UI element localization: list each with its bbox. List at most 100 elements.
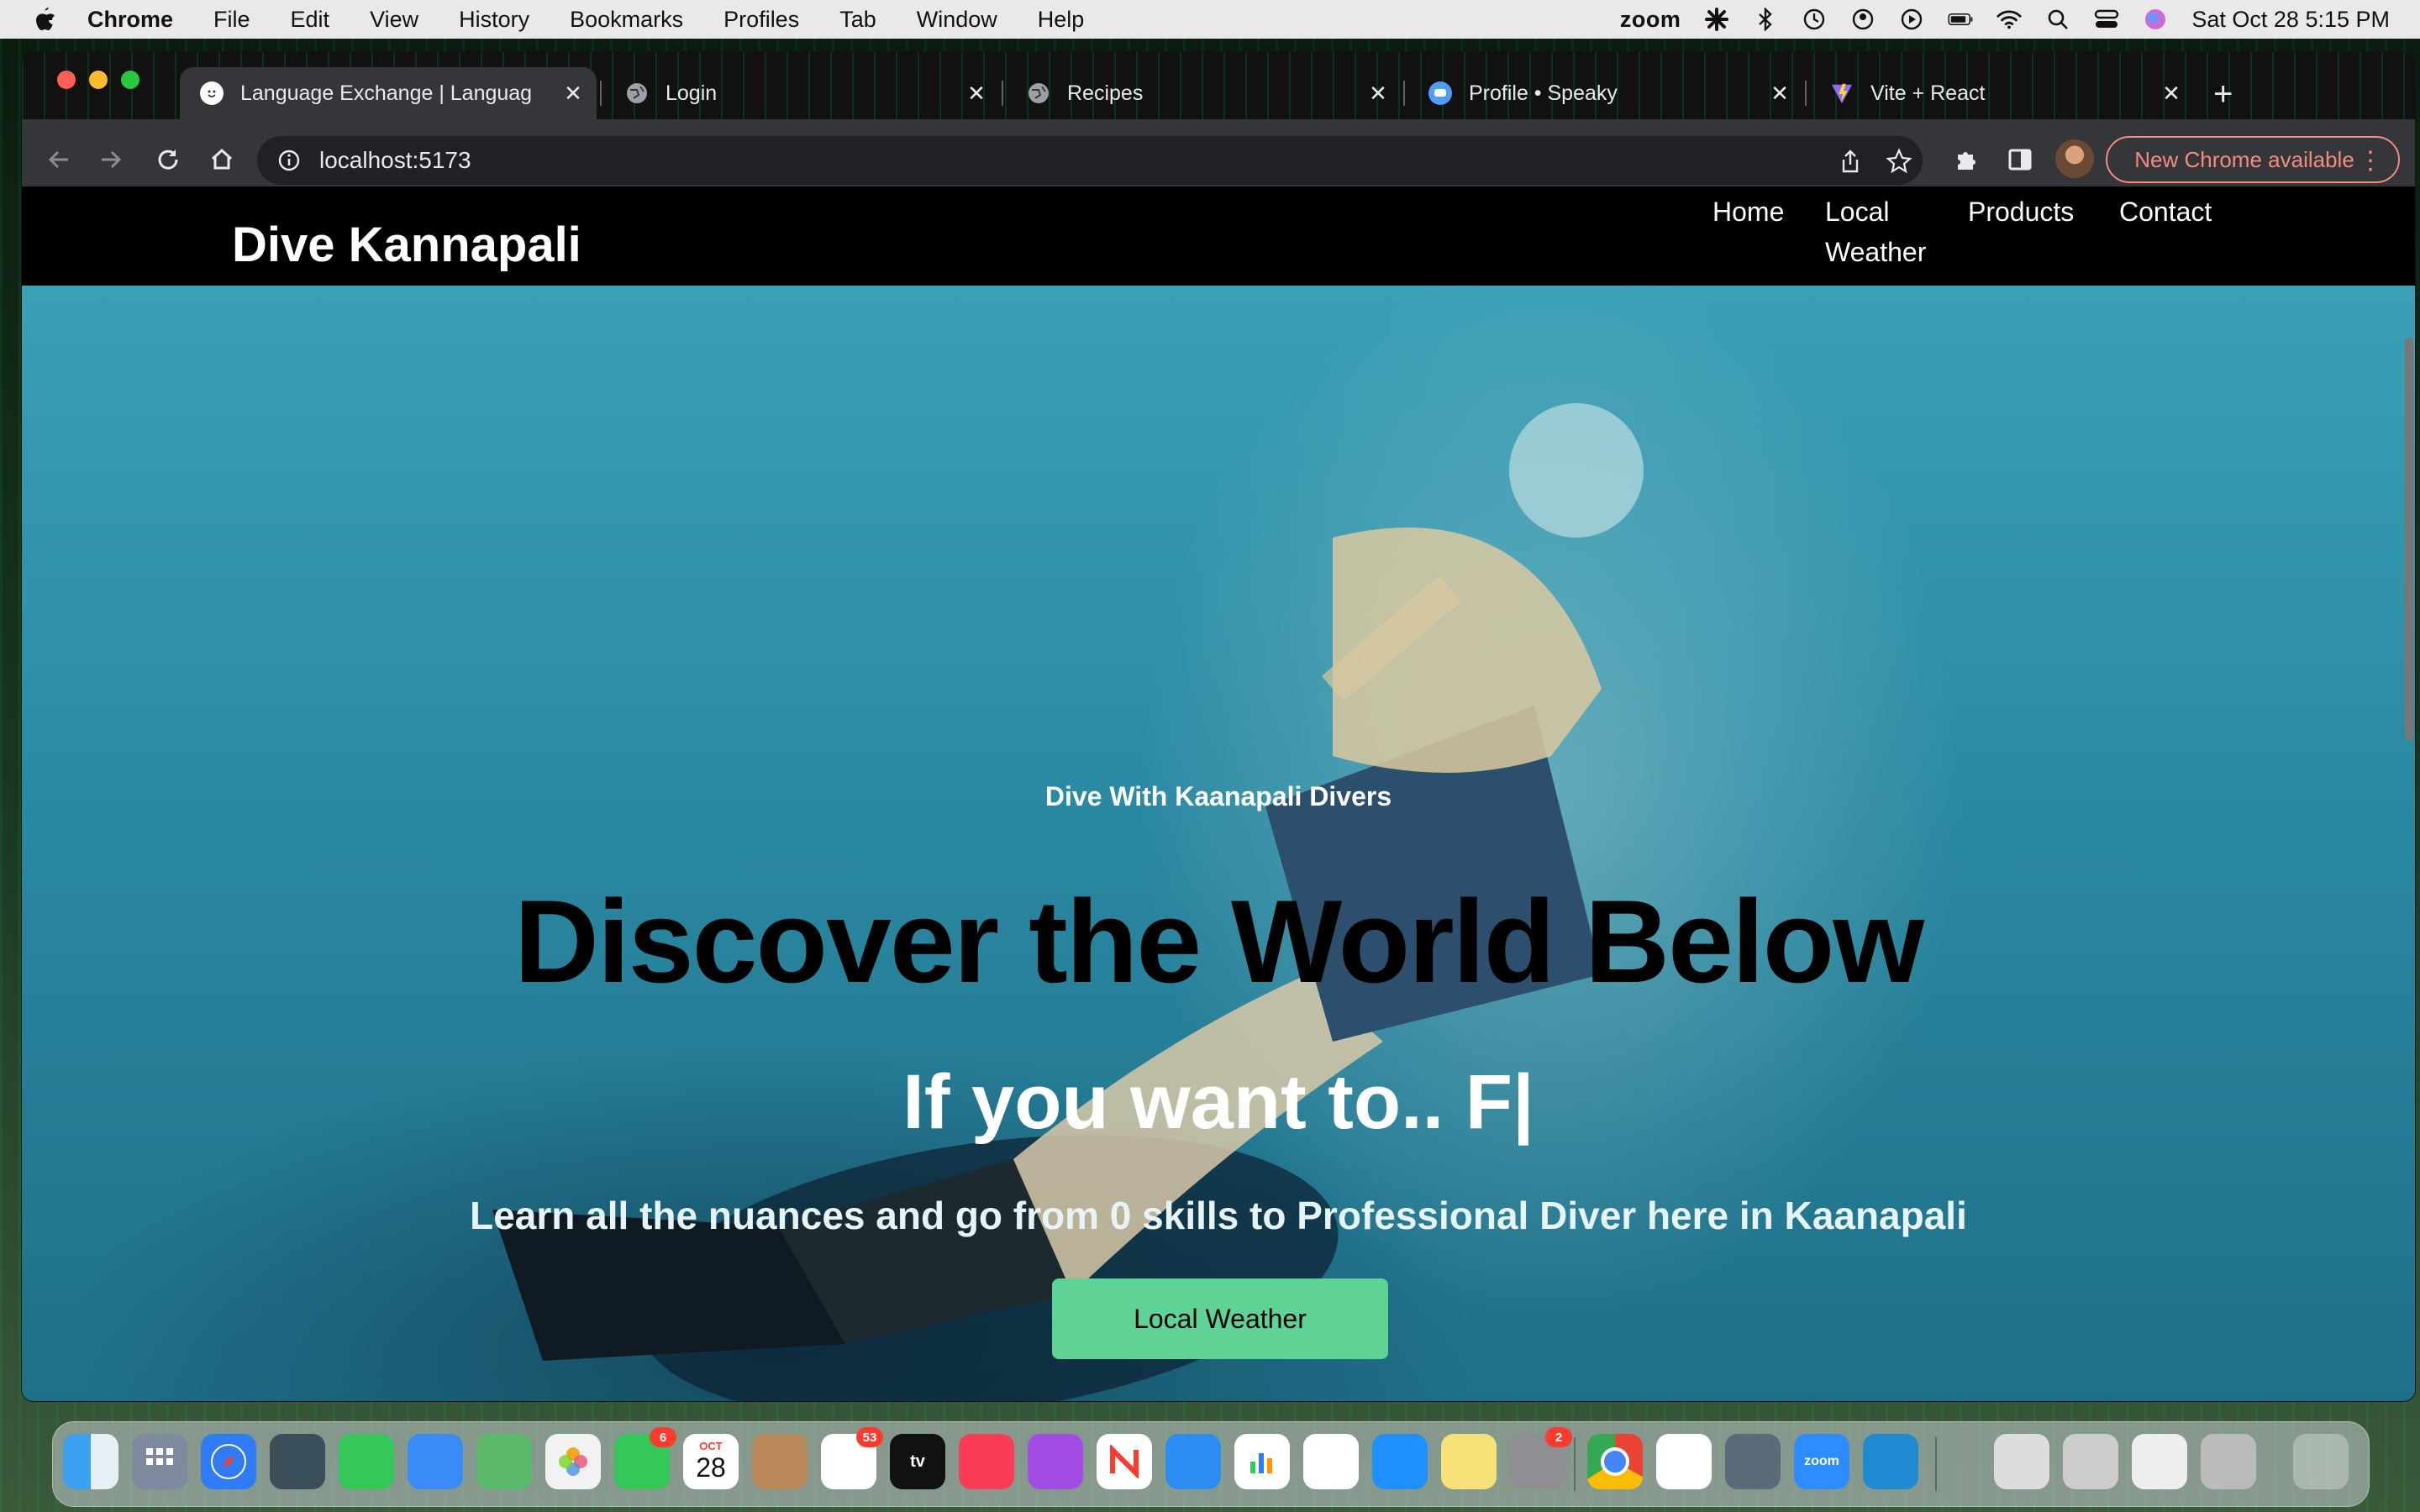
preview-icon[interactable] [1725,1434,1781,1489]
tab-title: Language Exchange | Languag [240,81,533,105]
zoom-app-icon[interactable]: zoom [1794,1434,1849,1489]
apple-tv-icon[interactable]: tv [890,1434,945,1489]
page-viewport: Dive With Kaanapali Divers Discover the … [22,186,2415,1401]
tab-vite-react[interactable]: Vite + React ✕ [1810,67,2195,119]
bluetooth-icon[interactable] [1753,7,1778,32]
play-circle-icon[interactable] [1899,7,1924,32]
recent-window-thumbnail[interactable] [2132,1434,2187,1489]
pages-icon[interactable] [1303,1434,1359,1489]
maps-icon[interactable] [476,1434,532,1489]
menu-app-name[interactable]: Chrome [87,7,173,33]
chrome-icon[interactable] [1587,1434,1643,1489]
contacts-icon[interactable] [752,1434,808,1489]
numbers-icon[interactable] [1234,1434,1290,1489]
podcasts-icon[interactable] [1028,1434,1083,1489]
profile-avatar[interactable] [2055,139,2094,178]
chrome-window: Language Exchange | Languag ✕ Login ✕ Re… [22,52,2415,1401]
close-tab-icon[interactable]: ✕ [1366,81,1390,106]
app-store-icon[interactable] [1372,1434,1428,1489]
mail-icon[interactable] [408,1434,463,1489]
reload-icon[interactable] [150,141,187,178]
close-tab-icon[interactable]: ✕ [2160,81,2183,106]
messages-icon[interactable] [339,1434,394,1489]
music-icon[interactable] [959,1434,1014,1489]
hero-section: Dive With Kaanapali Divers Discover the … [22,286,2415,1401]
menu-edit[interactable]: Edit [291,7,330,33]
facetime-icon[interactable]: 6 [614,1427,676,1489]
facetime-badge: 6 [650,1427,676,1447]
new-tab-plus-icon[interactable]: + [2213,77,2233,111]
trash-icon[interactable] [2293,1434,2349,1489]
recent-window-thumbnail[interactable] [2063,1434,2118,1489]
menu-help[interactable]: Help [1038,7,1085,33]
menu-history[interactable]: History [459,7,529,33]
nav-link-contact[interactable]: Contact [2119,192,2212,232]
apple-icon[interactable] [32,6,57,33]
slack-icon[interactable] [1656,1434,1712,1489]
system-settings-icon[interactable]: 2 [1510,1427,1572,1489]
nav-link-local-weather[interactable]: Local Weather [1825,192,1926,272]
tab-separator [1002,81,1003,106]
nav-link-products[interactable]: Products [1968,192,2074,232]
finder-icon[interactable] [63,1434,118,1489]
news-icon[interactable] [1097,1434,1152,1489]
tab-recipes[interactable]: Recipes ✕ [1007,67,1402,119]
local-weather-cta-button[interactable]: Local Weather [1052,1278,1388,1359]
bookmark-star-icon[interactable] [1886,148,1912,175]
wifi-icon[interactable] [1996,7,2022,32]
menu-profiles[interactable]: Profiles [723,7,799,33]
menu-window[interactable]: Window [917,7,997,33]
extensions-puzzle-icon[interactable] [1948,141,1985,178]
share-icon[interactable] [1837,148,1864,175]
tab-separator [600,81,602,106]
battery-icon[interactable] [1948,7,1973,32]
spotlight-search-icon[interactable] [2045,7,2070,32]
menubar-datetime[interactable]: Sat Oct 28 5:15 PM [2191,7,2390,33]
recent-window-thumbnail[interactable] [2201,1434,2256,1489]
reminders-icon[interactable]: 53 [821,1427,883,1489]
menu-file[interactable]: File [213,7,250,33]
close-tab-icon[interactable]: ✕ [561,81,585,106]
address-bar[interactable] [257,136,1923,185]
time-machine-icon[interactable] [1802,7,1827,32]
calendar-icon[interactable]: OCT 28 [683,1434,739,1489]
menu-view[interactable]: View [370,7,418,33]
safari-icon[interactable] [201,1434,256,1489]
url-input[interactable] [318,146,1665,175]
home-icon[interactable] [203,141,240,178]
tab-login[interactable]: Login ✕ [605,67,1000,119]
new-chrome-available-button[interactable]: New Chrome available ⋮ [2106,136,2400,183]
control-center-icon[interactable] [2094,7,2119,32]
side-panel-icon[interactable] [2002,141,2039,178]
menu-tab[interactable]: Tab [839,7,876,33]
zoom-window-button[interactable] [121,71,139,89]
vscode-icon[interactable] [1863,1434,1918,1489]
zoom-status-item[interactable]: zoom [1620,7,1681,33]
tab-language-exchange[interactable]: Language Exchange | Languag ✕ [180,67,597,119]
calendar-month: OCT [699,1440,723,1452]
tab-profile-speaky[interactable]: Profile • Speaky ✕ [1408,67,1803,119]
close-tab-icon[interactable]: ✕ [1768,81,1791,106]
forward-arrow-icon[interactable] [92,141,129,178]
tab-separator [1805,81,1807,106]
siri-icon[interactable] [2143,7,2168,32]
photos-icon[interactable] [545,1434,601,1489]
notes-icon[interactable] [1441,1434,1497,1489]
close-window-button[interactable] [57,71,76,89]
time-machine-app-icon[interactable] [270,1434,325,1489]
user-circle-icon[interactable] [1850,7,1876,32]
asterisk-icon[interactable] [1704,7,1729,32]
recent-window-thumbnail[interactable] [1994,1434,2049,1489]
more-menu-icon[interactable]: ⋮ [2358,146,2383,176]
site-info-icon[interactable] [277,149,301,172]
speaky-icon [1428,81,1452,105]
keynote-icon[interactable] [1165,1434,1221,1489]
launchpad-icon[interactable] [132,1434,187,1489]
nav-link-home[interactable]: Home [1712,192,1784,232]
page-scrollbar[interactable] [2405,338,2413,741]
menu-bookmarks[interactable]: Bookmarks [570,7,683,33]
back-arrow-icon[interactable] [40,141,77,178]
minimize-window-button[interactable] [89,71,108,89]
site-brand[interactable]: Dive Kannapali [232,217,581,273]
close-tab-icon[interactable]: ✕ [965,81,988,106]
